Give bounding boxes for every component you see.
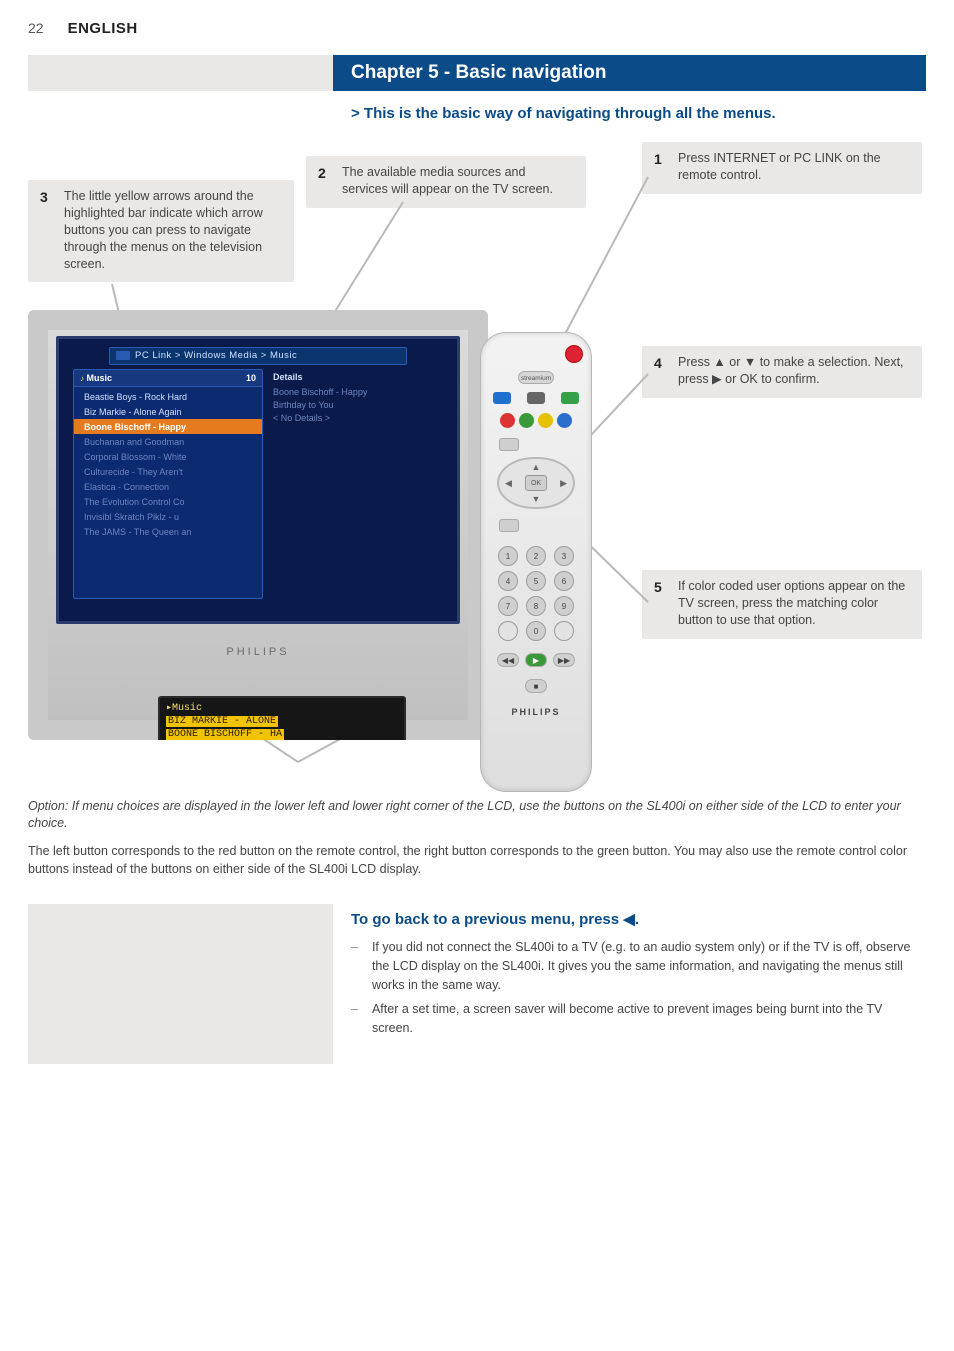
tv-list-title: Music [87, 373, 113, 383]
callout-5-num: 5 [654, 578, 668, 629]
back-list-item: –If you did not connect the SL400i to a … [351, 938, 926, 994]
back-section-title: To go back to a previous menu, press ◀. [351, 910, 926, 928]
lcd-l1: BIZ MARKIE - ALONE [166, 715, 398, 728]
back-section: To go back to a previous menu, press ◀. … [28, 904, 926, 1064]
page-header: 22 ENGLISH [28, 20, 926, 37]
option-note: Option: If menu choices are displayed in… [28, 798, 926, 832]
callout-2-num: 2 [318, 164, 332, 198]
tv-details-l1: Boone Bischoff - Happy [269, 385, 433, 398]
callout-4-num: 4 [654, 354, 668, 388]
tv-screen: PC Link > Windows Media > Music ♪ Music … [56, 336, 460, 624]
key-2[interactable]: 2 [526, 546, 546, 566]
lcd-strip: ▸Music BIZ MARKIE - ALONE BOONE BISCHOFF… [158, 696, 406, 740]
key-7[interactable]: 7 [498, 596, 518, 616]
streamium-label: streamium [518, 371, 554, 384]
tv-list-item: Buchanan and Goodman [74, 434, 262, 449]
lcd-l2: BOONE BISCHOFF - HA [166, 728, 398, 740]
tv-list-item: Elastica - Connection [74, 479, 262, 494]
key-6[interactable]: 6 [554, 571, 574, 591]
power-button[interactable] [565, 345, 583, 363]
keypad: 123 456 7890 [498, 546, 574, 641]
tv-details-title: Details [269, 369, 433, 385]
chapter-title: Chapter 5 - Basic navigation [333, 55, 926, 91]
back-section-sidebar [28, 904, 333, 1064]
key-0[interactable]: 0 [526, 621, 546, 641]
key-1[interactable]: 1 [498, 546, 518, 566]
key-blank[interactable] [554, 621, 574, 641]
tv-breadcrumb: PC Link > Windows Media > Music [109, 347, 407, 365]
callout-1-text: Press INTERNET or PC LINK on the remote … [678, 150, 910, 184]
language-label: ENGLISH [68, 20, 138, 37]
tv-list-item: Corporal Blossom - White [74, 449, 262, 464]
callout-3: 3 The little yellow arrows around the hi… [28, 180, 294, 282]
green-button[interactable] [519, 413, 534, 428]
options-button[interactable] [499, 519, 519, 532]
ok-button[interactable]: OK [525, 475, 547, 491]
callout-5: 5 If color coded user options appear on … [642, 570, 922, 639]
tv-list-item: The Evolution Control Co [74, 494, 262, 509]
tv-list-item: Boone Bischoff - Happy [74, 419, 262, 434]
chapter-subtitle-row: > This is the basic way of navigating th… [28, 99, 926, 128]
next-track-button[interactable]: ▶▶ [553, 653, 575, 667]
tv-list-item: Invisibl Skratch Piklz - u [74, 509, 262, 524]
back-list-item: –After a set time, a screen saver will b… [351, 1000, 926, 1038]
callout-4-text: Press ▲ or ▼ to make a selection. Next, … [678, 354, 910, 388]
lcd-l0: ▸Music [166, 702, 398, 715]
key-8[interactable]: 8 [526, 596, 546, 616]
key-4[interactable]: 4 [498, 571, 518, 591]
tv-details-l2: Birthday to You [269, 398, 433, 411]
dpad[interactable]: ▲ ▼ ◀ ▶ OK [497, 457, 575, 509]
callout-4: 4 Press ▲ or ▼ to make a selection. Next… [642, 346, 922, 398]
return-button[interactable] [499, 438, 519, 451]
pclink-button[interactable] [561, 392, 579, 404]
tv-list-item: Culturecide - They Aren't [74, 464, 262, 479]
dpad-left-icon: ◀ [505, 478, 512, 489]
key-5[interactable]: 5 [526, 571, 546, 591]
chapter-bar-left [28, 55, 333, 91]
back-section-list: –If you did not connect the SL400i to a … [351, 938, 926, 1038]
chapter-subtitle: > This is the basic way of navigating th… [333, 99, 926, 128]
tv-shell: PC Link > Windows Media > Music ♪ Music … [28, 310, 488, 740]
tv-brand: PHILIPS [226, 646, 289, 658]
callout-1: 1 Press INTERNET or PC LINK on the remot… [642, 142, 922, 194]
callout-5-text: If color coded user options appear on th… [678, 578, 910, 629]
key-3[interactable]: 3 [554, 546, 574, 566]
tv-list-item: The JAMS - The Queen an [74, 524, 262, 539]
key-blank[interactable] [498, 621, 518, 641]
blue-button[interactable] [557, 413, 572, 428]
page-number: 22 [28, 20, 44, 36]
remote-brand: PHILIPS [511, 707, 560, 717]
red-button[interactable] [500, 413, 515, 428]
tv-list-item: Beastie Boys - Rock Hard [74, 389, 262, 404]
dpad-right-icon: ▶ [560, 478, 567, 489]
key-9[interactable]: 9 [554, 596, 574, 616]
source-button[interactable] [527, 392, 545, 404]
tv-list: Beastie Boys - Rock HardBiz Markie - Alo… [74, 387, 262, 541]
callout-2-text: The available media sources and services… [342, 164, 574, 198]
tv-details-l3: < No Details > [269, 411, 433, 424]
dpad-down-icon: ▼ [532, 494, 541, 504]
callout-3-num: 3 [40, 188, 54, 272]
tv-list-panel: ♪ Music 10 Beastie Boys - Rock HardBiz M… [73, 369, 263, 599]
tv-list-header: ♪ Music 10 [74, 370, 262, 387]
play-button[interactable]: ▶ [525, 653, 547, 667]
chapter-bar: Chapter 5 - Basic navigation [28, 55, 926, 91]
yellow-button[interactable] [538, 413, 553, 428]
tv-list-item: Biz Markie - Alone Again [74, 404, 262, 419]
dpad-up-icon: ▲ [532, 462, 541, 472]
callout-1-num: 1 [654, 150, 668, 184]
left-button-note: The left button corresponds to the red b… [28, 842, 926, 878]
prev-track-button[interactable]: ◀◀ [497, 653, 519, 667]
callout-3-text: The little yellow arrows around the high… [64, 188, 282, 272]
stop-button[interactable]: ■ [525, 679, 547, 693]
music-icon: ♪ [80, 374, 84, 383]
diagram-zone: 1 Press INTERNET or PC LINK on the remot… [28, 142, 926, 782]
remote-control: streamium ▲ ▼ ◀ ▶ OK 123 456 7890 ◀◀ ▶ ▶▶ [480, 332, 592, 792]
tv-details-pane: Details Boone Bischoff - Happy Birthday … [269, 369, 433, 599]
callout-2: 2 The available media sources and servic… [306, 156, 586, 208]
tv-list-count: 10 [246, 373, 256, 383]
internet-button[interactable] [493, 392, 511, 404]
